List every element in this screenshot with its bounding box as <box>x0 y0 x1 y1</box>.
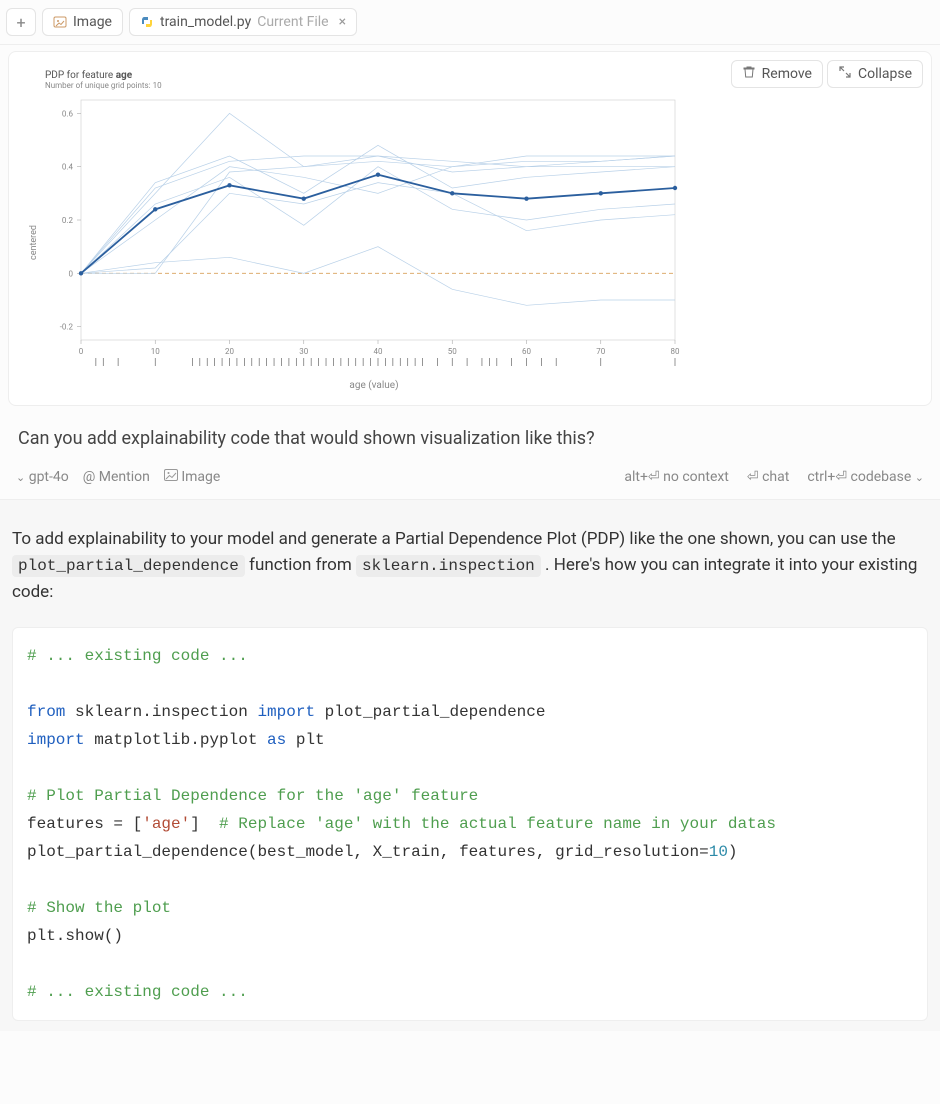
code-block: # ... existing code ... from sklearn.ins… <box>12 627 928 1021</box>
code-token: ) <box>728 843 738 861</box>
code-inline: plot_partial_dependence <box>12 555 245 577</box>
ctrl-key-label: ctrl+ <box>807 469 835 485</box>
svg-text:60: 60 <box>522 347 531 356</box>
collapse-label: Collapse <box>858 66 912 82</box>
enter-icon: ⏎ <box>835 469 850 485</box>
code-token: matplotlib.pyplot <box>85 731 267 749</box>
python-icon <box>140 15 154 29</box>
svg-text:30: 30 <box>299 347 308 356</box>
svg-text:0.2: 0.2 <box>62 216 74 225</box>
image-icon <box>164 469 181 485</box>
enter-icon: ⏎ <box>648 469 663 485</box>
chart-subtitle: Number of unique grid points: 10 <box>45 81 703 90</box>
tab-filename: train_model.py <box>160 14 251 30</box>
codebase-mode[interactable]: ctrl+⏎ codebase ⌄ <box>807 469 924 485</box>
model-label: gpt-4o <box>29 469 69 485</box>
code-token: # Replace 'age' with the actual feature … <box>219 815 776 833</box>
collapse-button[interactable]: Collapse <box>827 60 923 88</box>
chat-label: chat <box>762 469 789 485</box>
code-token: from <box>27 703 65 721</box>
tab-filesuffix: Current File <box>257 14 328 30</box>
svg-text:0: 0 <box>79 347 84 356</box>
code-token: plt <box>286 731 324 749</box>
plus-icon: + <box>16 13 25 32</box>
chart-title-prefix: PDP for feature <box>45 70 116 81</box>
svg-text:50: 50 <box>448 347 457 356</box>
tab-image[interactable]: Image <box>42 8 123 36</box>
code-line: # ... existing code ... <box>27 647 248 665</box>
chat-mode[interactable]: ⏎ chat <box>747 469 789 485</box>
code-line: # Plot Partial Dependence for the 'age' … <box>27 787 478 805</box>
svg-text:0.4: 0.4 <box>62 163 74 172</box>
code-line: plt.show() <box>27 927 123 945</box>
trash-icon <box>742 65 756 83</box>
code-token: 10 <box>709 843 728 861</box>
text: To add explainability to your model and … <box>12 529 896 549</box>
no-context-label: no context <box>663 469 729 485</box>
svg-text:80: 80 <box>671 347 680 356</box>
code-token: ] <box>190 815 219 833</box>
svg-text:40: 40 <box>374 347 383 356</box>
assistant-message: To add explainability to your model and … <box>0 500 940 1031</box>
remove-button[interactable]: Remove <box>731 60 823 88</box>
code-line: # ... existing code ... <box>27 983 248 1001</box>
mention-button[interactable]: @ Mention <box>83 469 150 485</box>
model-picker[interactable]: ⌄ gpt-4o <box>16 469 69 485</box>
image-icon <box>53 15 67 29</box>
svg-text:10: 10 <box>151 347 160 356</box>
user-message: Can you add explainability code that wou… <box>0 406 940 459</box>
input-bar: ⌄ gpt-4o @ Mention Image alt+⏎ no contex… <box>0 459 940 500</box>
svg-text:-0.2: -0.2 <box>60 323 74 332</box>
chart-title-feature: age <box>116 70 132 81</box>
code-line: # Show the plot <box>27 899 171 917</box>
no-context-toggle[interactable]: alt+⏎ no context <box>624 469 729 485</box>
svg-text:0.6: 0.6 <box>62 109 74 118</box>
chevron-down-icon: ⌄ <box>16 471 25 484</box>
collapse-icon <box>838 65 852 83</box>
image-button[interactable]: Image <box>164 469 220 485</box>
alt-key-label: alt+ <box>624 469 648 485</box>
tab-current-file[interactable]: train_model.py Current File × <box>129 8 357 36</box>
close-icon[interactable]: × <box>339 14 346 30</box>
chart-xlabel: age (value) <box>45 380 703 391</box>
code-token: as <box>267 731 286 749</box>
chart-title: PDP for feature age <box>45 70 703 81</box>
svg-text:0: 0 <box>69 269 74 278</box>
code-token: import <box>257 703 315 721</box>
code-token: features = [ <box>27 815 142 833</box>
image-label: Image <box>181 469 220 485</box>
remove-label: Remove <box>762 66 812 82</box>
tab-label: Image <box>73 14 112 30</box>
text: function from <box>245 555 356 575</box>
chart-canvas: -0.2 0 0.2 0.4 0.6 0 10 20 30 40 50 60 70 80 <box>45 94 685 374</box>
chart-ylabel: centered <box>29 225 39 260</box>
code-token: 'age' <box>142 815 190 833</box>
pdp-chart: centered PDP for feature age Number of u… <box>17 60 717 397</box>
tab-bar: + Image train_model.py Current File × <box>0 0 940 45</box>
codebase-label: codebase <box>851 469 912 485</box>
code-token: plot_partial_dependence(best_model, X_tr… <box>27 843 709 861</box>
chevron-down-icon: ⌄ <box>915 471 924 484</box>
assistant-paragraph: To add explainability to your model and … <box>12 526 928 605</box>
code-token: import <box>27 731 85 749</box>
code-token: sklearn.inspection <box>65 703 257 721</box>
svg-text:20: 20 <box>225 347 234 356</box>
code-inline: sklearn.inspection <box>356 555 541 577</box>
new-tab-button[interactable]: + <box>6 8 36 36</box>
attachment-card: Remove Collapse centered PDP for feature… <box>8 51 932 406</box>
enter-icon: ⏎ <box>747 469 762 485</box>
code-token: plot_partial_dependence <box>315 703 545 721</box>
svg-text:70: 70 <box>596 347 605 356</box>
